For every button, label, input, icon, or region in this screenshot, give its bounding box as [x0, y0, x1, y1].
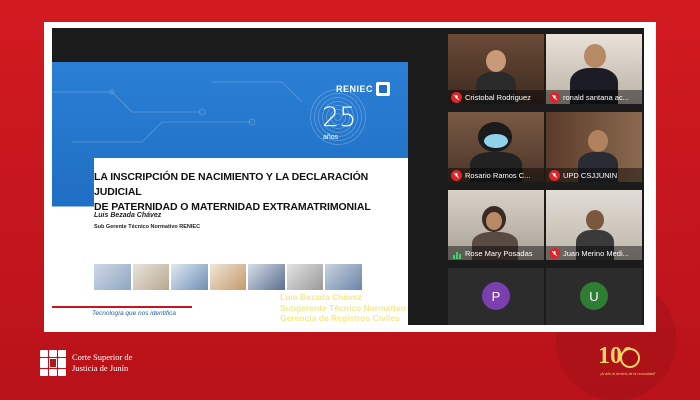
mic-muted-icon: [549, 247, 560, 259]
slide-title: LA INSCRIPCIÓN DE NACIMIENTO Y LA DECLAR…: [94, 170, 408, 216]
anniversary-number: 25: [322, 102, 357, 133]
reniec-logo: RENIEC: [336, 82, 391, 96]
slide-photo: [209, 264, 247, 290]
participant-tile[interactable]: Cristobal Rodriguez: [448, 34, 544, 104]
slide-title-line1: LA INSCRIPCIÓN DE NACIMIENTO Y LA DECLAR…: [94, 171, 369, 199]
participant-name: Juan Merino Medi...: [563, 248, 629, 258]
slide-photo-strip: [94, 264, 363, 290]
meeting-window: RENIEC 25 años LA INSCRIPCIÓN DE NACIMIE…: [52, 28, 644, 325]
participant-avatar: P: [482, 282, 510, 310]
slide-presenter: Luis Bezada Chávez: [94, 212, 162, 219]
csj-name: Corte Superior de Justicia de Junín: [72, 352, 132, 373]
slide-photo: [286, 264, 324, 290]
csj-name-line1: Corte Superior de: [72, 352, 133, 363]
participant-name: ronald santana ac...: [563, 92, 629, 102]
participant-tile[interactable]: Juan Merino Medi...: [546, 190, 642, 260]
participant-name: Cristobal Rodriguez: [465, 92, 531, 102]
centennial-tagline: ¡Al año al servicio de la comunidad!: [600, 372, 656, 376]
csj-logo: Corte Superior de Justicia de Junín: [40, 350, 132, 376]
participant-avatar: U: [580, 282, 608, 310]
caption-title: Subgerente Técnico Normativo: [280, 302, 406, 313]
mic-muted-icon: [451, 169, 462, 181]
csj-name-line2: Justicia de Junín: [72, 363, 129, 373]
slide-presenter-role: Sub Gerente Técnico Normativo RENIEC: [94, 224, 201, 230]
shared-slide: RENIEC 25 años LA INSCRIPCIÓN DE NACIMIE…: [52, 62, 408, 325]
slide-photo: [132, 264, 170, 290]
csj-emblem-icon: [40, 350, 66, 376]
mic-active-icon: [451, 248, 462, 259]
participant-name: Rosario Ramos C...: [465, 170, 531, 180]
speaker-caption: Luis Bezada Chávez Subgerente Técnico No…: [280, 292, 460, 324]
slide-photo: [171, 264, 208, 290]
participant-tile[interactable]: UPD CSJJUNIN: [546, 112, 642, 182]
participant-tile[interactable]: Rosario Ramos C...: [448, 112, 544, 182]
slide-divider: [52, 306, 192, 308]
anniversary-word: años: [323, 134, 339, 141]
participant-grid: Cristobal Rodriguez ronald santana ac...…: [448, 34, 644, 325]
slide-photo: [94, 264, 131, 290]
participant-name: UPD CSJJUNIN: [563, 170, 618, 180]
participant-tile[interactable]: Rose Mary Posadas: [448, 190, 544, 260]
participant-tile[interactable]: ronald santana ac...: [546, 34, 642, 104]
centennial-seal-icon: [620, 348, 640, 368]
caption-name: Luis Bezada Chávez: [280, 292, 362, 302]
mic-muted-icon: [451, 91, 462, 103]
caption-department: Gerencia de Registros Civiles: [280, 313, 400, 324]
slide-photo: [325, 264, 363, 290]
reniec-logo-text: RENIEC: [336, 84, 374, 94]
centennial-logo: 100 ¡Al año al servicio de la comunidad!: [598, 344, 662, 380]
slide-title-box: LA INSCRIPCIÓN DE NACIMIENTO Y LA DECLAR…: [94, 158, 408, 244]
mic-muted-icon: [549, 91, 560, 103]
participant-tile[interactable]: U: [546, 268, 642, 325]
mic-muted-icon: [549, 169, 560, 181]
slide-photo: [248, 264, 285, 290]
slide-slogan: Tecnología que nos identifica: [92, 310, 176, 317]
reniec-emblem-icon: [376, 82, 391, 96]
participant-tile[interactable]: P: [448, 268, 544, 325]
participant-name: Rose Mary Posadas: [465, 248, 533, 258]
